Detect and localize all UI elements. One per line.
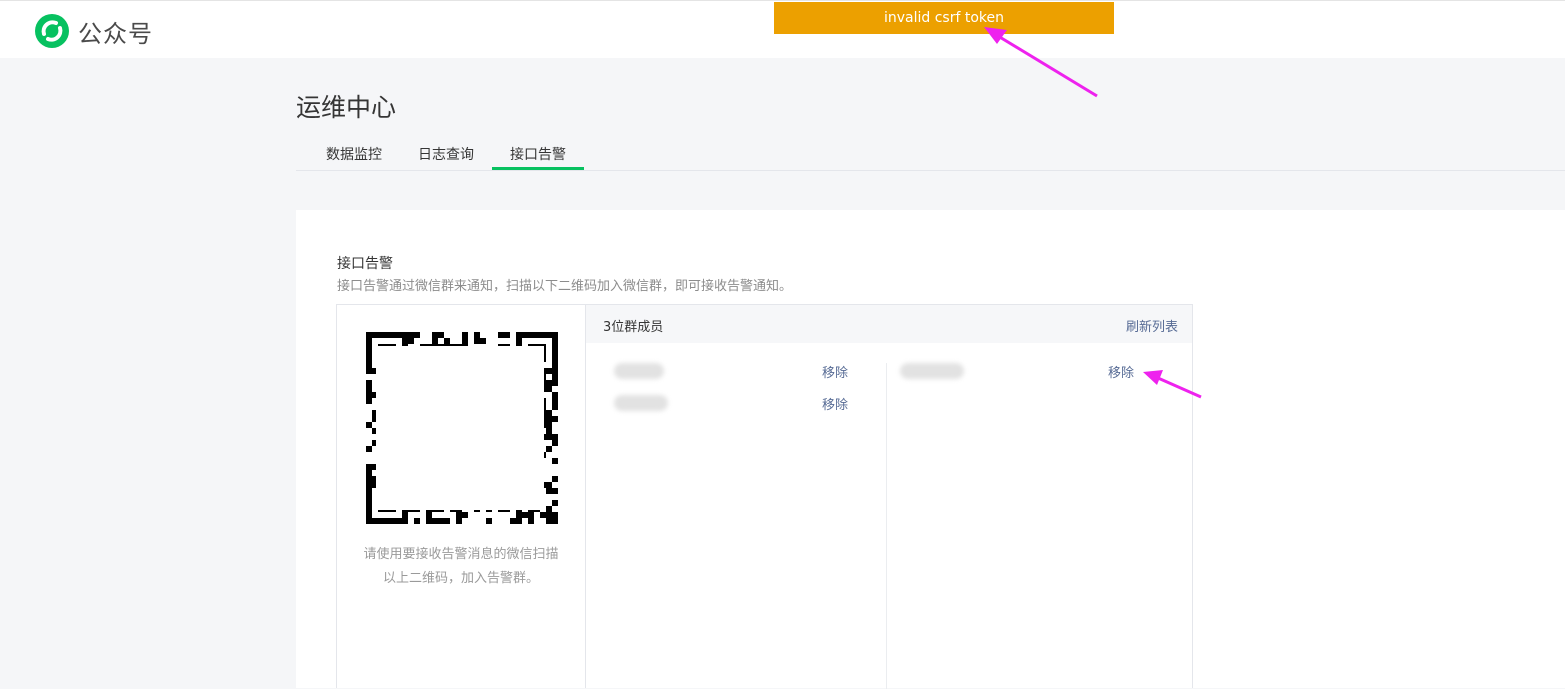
member-name-blurred (614, 363, 664, 379)
section-description: 接口告警通过微信群来通知，扫描以下二维码加入微信群，即可接收告警通知。 (337, 279, 793, 294)
page-title: 运维中心 (296, 93, 397, 122)
qr-code-icon (366, 332, 558, 524)
remove-member-button[interactable]: 移除 (1108, 362, 1134, 381)
tab-log-query[interactable]: 日志查询 (418, 144, 474, 164)
wechat-official-account-logo-icon (35, 14, 69, 48)
error-toast: invalid csrf token (774, 2, 1114, 34)
member-name-blurred (614, 395, 668, 411)
members-count: 3位群成员 (603, 320, 664, 335)
brand-name: 公众号 (78, 19, 153, 48)
active-tab-indicator (492, 167, 584, 170)
member-item: 移除 (614, 394, 852, 413)
tab-api-alert[interactable]: 接口告警 (510, 144, 566, 164)
member-item: 移除 (614, 362, 852, 381)
tab-bar: 数据监控 日志查询 接口告警 (296, 135, 1565, 171)
member-name-blurred (900, 363, 964, 379)
remove-member-button[interactable]: 移除 (822, 394, 848, 413)
error-toast-message: invalid csrf token (883, 10, 1005, 26)
qr-code-card: 请使用要接收告警消息的微信扫描以上二维码，加入告警群。 (336, 304, 586, 688)
refresh-list-link[interactable]: 刷新列表 (1126, 316, 1178, 335)
tab-data-monitoring[interactable]: 数据监控 (326, 144, 382, 164)
section-title: 接口告警 (337, 256, 393, 272)
member-item: 移除 (900, 362, 1150, 381)
remove-member-button[interactable]: 移除 (822, 362, 848, 381)
qr-hint: 请使用要接收告警消息的微信扫描以上二维码，加入告警群。 (363, 547, 559, 586)
members-header: 3位群成员 刷新列表 (586, 305, 1192, 343)
group-members-panel: 3位群成员 刷新列表 移除 移除 移除 (586, 304, 1193, 689)
content-panel: 接口告警 接口告警通过微信群来通知，扫描以下二维码加入微信群，即可接收告警通知。… (296, 210, 1565, 689)
brand-logo[interactable]: 公众号 (34, 13, 153, 49)
column-divider (886, 363, 887, 689)
